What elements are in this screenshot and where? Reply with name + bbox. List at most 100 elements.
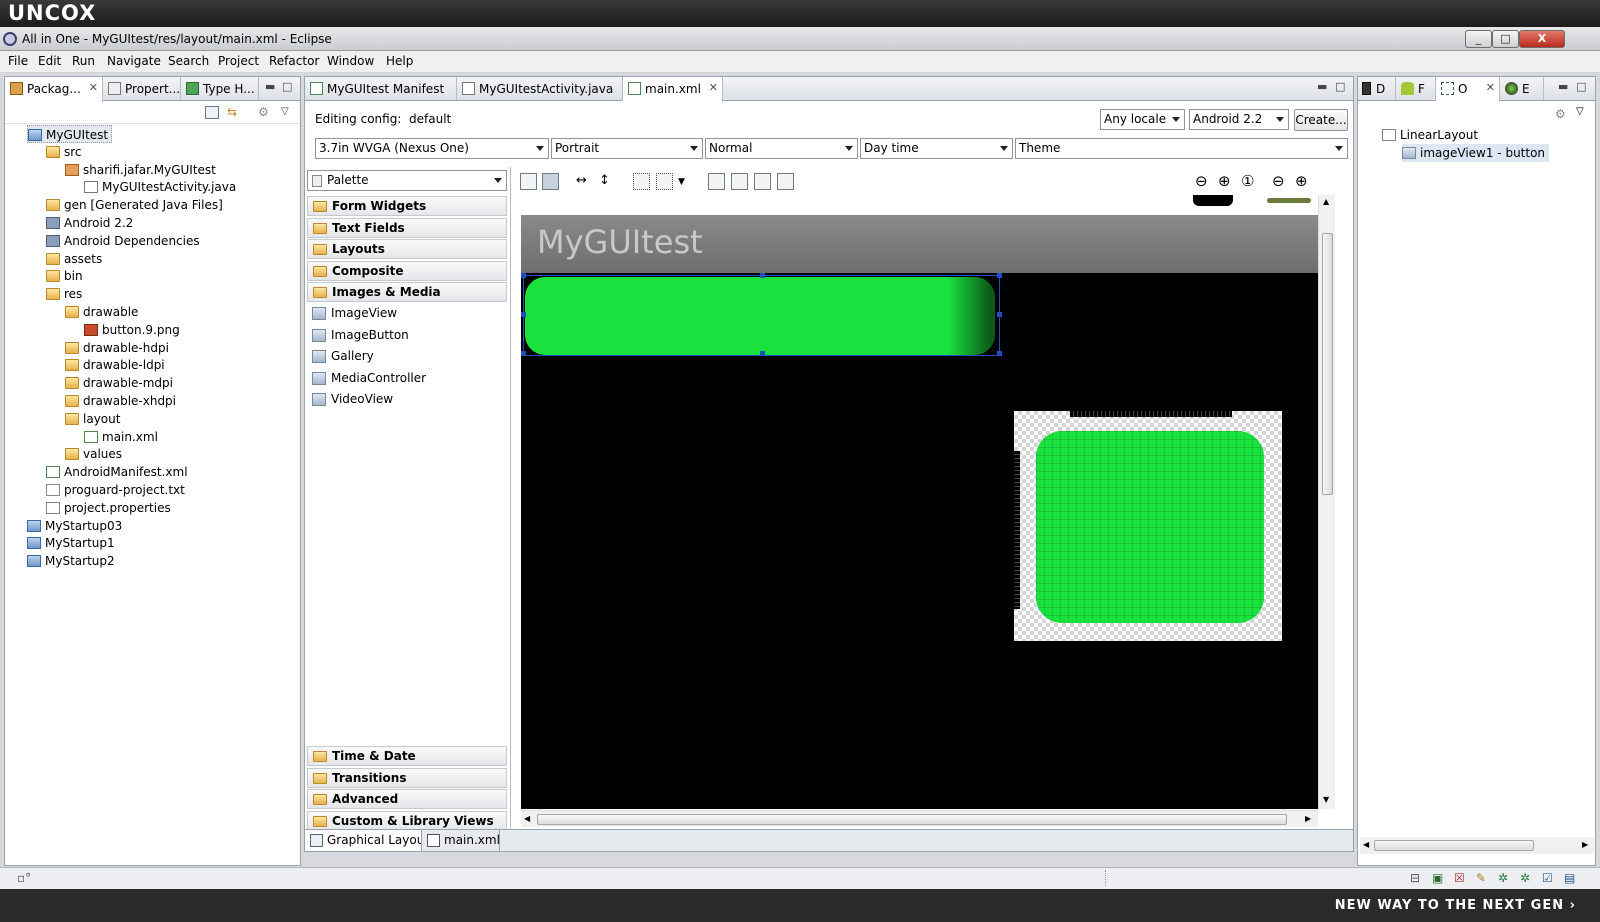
outline-hscrollbar[interactable]: ◀ ▶ bbox=[1360, 837, 1594, 854]
minimize-view-icon[interactable]: ▬ bbox=[1558, 80, 1568, 93]
palette-item[interactable]: ImageView bbox=[307, 303, 507, 323]
scroll-thumb[interactable] bbox=[1322, 233, 1333, 495]
tab-manifest[interactable]: MyGUItest Manifest bbox=[305, 77, 457, 101]
tree-item[interactable]: layout bbox=[65, 410, 120, 428]
resize-handle[interactable] bbox=[997, 351, 1002, 356]
scroll-up-icon[interactable]: ▲ bbox=[1323, 197, 1329, 206]
menu-edit[interactable]: Edit bbox=[38, 54, 61, 68]
tree-item[interactable]: button.9.png bbox=[84, 321, 180, 339]
resize-handle[interactable] bbox=[521, 351, 526, 356]
tab-file-explorer[interactable]: F bbox=[1396, 77, 1436, 101]
chevron-down-icon[interactable]: ▽ bbox=[281, 106, 291, 119]
scroll-thumb[interactable] bbox=[537, 814, 1287, 825]
gravity-icon[interactable] bbox=[656, 173, 673, 190]
palette-category[interactable]: Composite bbox=[307, 260, 507, 281]
link-editor-icon[interactable]: ⇆ bbox=[227, 106, 241, 119]
tree-item[interactable]: sharifi.jafar.MyGUItest bbox=[65, 161, 216, 179]
resize-handle[interactable] bbox=[521, 273, 526, 278]
palette-item[interactable]: VideoView bbox=[307, 389, 507, 409]
tree-item[interactable]: MyStartup1 bbox=[27, 534, 115, 552]
tree-item[interactable]: assets bbox=[46, 250, 102, 268]
vertical-scrollbar[interactable]: ▲ ▼ bbox=[1318, 195, 1335, 809]
tree-item[interactable]: drawable-hdpi bbox=[65, 339, 169, 357]
outline-linearlayout[interactable]: LinearLayout bbox=[1382, 126, 1478, 144]
device-select[interactable]: 3.7in WVGA (Nexus One) bbox=[315, 138, 549, 159]
theme-select[interactable]: Theme bbox=[1015, 138, 1348, 159]
resize-handle[interactable] bbox=[997, 312, 1002, 317]
network-icon[interactable]: ✲ bbox=[1498, 871, 1508, 885]
tree-item[interactable]: MyGUItestActivity.java bbox=[84, 178, 236, 196]
tree-item[interactable]: gen [Generated Java Files] bbox=[46, 196, 223, 214]
view-menu-icon[interactable]: ⚙ bbox=[258, 106, 272, 119]
minimize-view-icon[interactable]: ▬ bbox=[265, 80, 275, 93]
threads-icon[interactable]: ☒ bbox=[1454, 871, 1465, 885]
sysinfo-icon[interactable]: ✲ bbox=[1520, 871, 1530, 885]
orientation-select[interactable]: Portrait bbox=[551, 138, 703, 159]
palette-category[interactable]: Advanced bbox=[307, 789, 507, 809]
clear-weights-icon[interactable] bbox=[731, 173, 748, 190]
menu-window[interactable]: Window bbox=[327, 54, 374, 68]
maximize-view-icon[interactable]: □ bbox=[282, 80, 292, 93]
api-select[interactable]: Android 2.2 bbox=[1189, 109, 1289, 130]
palette-category[interactable]: Time & Date bbox=[307, 746, 507, 766]
distribute-weights-icon[interactable] bbox=[708, 173, 725, 190]
palette-category[interactable]: Text Fields bbox=[307, 217, 507, 238]
time-select[interactable]: Day time bbox=[860, 138, 1013, 159]
baseline-icon[interactable] bbox=[777, 173, 794, 190]
menu-file[interactable]: File bbox=[8, 54, 28, 68]
tab-package-explorer[interactable]: Packag... ✕ bbox=[5, 77, 103, 102]
tree-item[interactable]: bin bbox=[46, 267, 83, 285]
scroll-right-icon[interactable]: ▶ bbox=[1305, 814, 1311, 823]
fast-view-icon[interactable]: ▫° bbox=[17, 871, 31, 885]
zoom-100-icon[interactable]: ① bbox=[1241, 172, 1254, 190]
fill-width-icon[interactable]: ↔ bbox=[573, 173, 590, 190]
menu-refactor[interactable]: Refactor bbox=[269, 54, 319, 68]
tab-main-xml-source[interactable]: main.xml bbox=[422, 830, 500, 851]
tree-item[interactable]: drawable-ldpi bbox=[65, 356, 165, 374]
menu-project[interactable]: Project bbox=[218, 54, 259, 68]
tab-properties[interactable]: Propert... bbox=[103, 77, 181, 101]
chevron-down-icon[interactable]: ▽ bbox=[1576, 106, 1584, 117]
zoom-out-real-icon[interactable]: ⊖ bbox=[1195, 172, 1208, 190]
zoom-out-icon[interactable]: ⊖ bbox=[1272, 172, 1285, 190]
assign-weight-icon[interactable] bbox=[754, 173, 771, 190]
fill-height-icon[interactable]: ↕ bbox=[596, 173, 613, 190]
palette-item[interactable]: Gallery bbox=[307, 346, 507, 366]
zoom-in-icon[interactable]: ⊕ bbox=[1295, 172, 1308, 190]
scroll-thumb[interactable] bbox=[1374, 840, 1534, 851]
menu-search[interactable]: Search bbox=[168, 54, 209, 68]
maximize-view-icon[interactable]: □ bbox=[1576, 80, 1586, 93]
scroll-left-icon[interactable]: ◀ bbox=[1363, 840, 1369, 849]
menu-navigate[interactable]: Navigate bbox=[107, 54, 161, 68]
tree-item[interactable]: Android Dependencies bbox=[46, 232, 200, 250]
palette-category[interactable]: Images & Media bbox=[307, 282, 507, 302]
emulator-control-icon[interactable]: ▤ bbox=[1564, 871, 1575, 885]
tree-item[interactable]: project.properties bbox=[46, 499, 171, 517]
resize-handle[interactable] bbox=[760, 351, 765, 356]
minimize-view-icon[interactable]: ▬ bbox=[1317, 80, 1327, 93]
tree-item[interactable]: res bbox=[46, 285, 82, 303]
palette-item[interactable]: MediaController bbox=[307, 368, 507, 388]
tree-item[interactable]: src bbox=[46, 143, 82, 161]
allocation-icon[interactable]: ✎ bbox=[1476, 871, 1486, 885]
menu-run[interactable]: Run bbox=[72, 54, 95, 68]
resize-handle[interactable] bbox=[997, 273, 1002, 278]
tree-item[interactable]: Android 2.2 bbox=[46, 214, 133, 232]
tree-item[interactable]: drawable-xhdpi bbox=[65, 392, 176, 410]
tree-item[interactable]: MyStartup2 bbox=[27, 552, 115, 570]
scroll-right-icon[interactable]: ▶ bbox=[1582, 840, 1588, 849]
tab-outline[interactable]: O ✕ bbox=[1436, 77, 1500, 102]
tree-item[interactable]: MyStartup03 bbox=[27, 517, 122, 535]
horizontal-scrollbar[interactable]: ◀ ▶ bbox=[521, 810, 1318, 827]
close-button[interactable]: X bbox=[1519, 30, 1565, 48]
collapse-all-icon[interactable] bbox=[205, 106, 219, 119]
menu-help[interactable]: Help bbox=[386, 54, 413, 68]
maximize-button[interactable]: □ bbox=[1492, 30, 1519, 48]
mode-select[interactable]: Normal bbox=[705, 138, 858, 159]
scroll-left-icon[interactable]: ◀ bbox=[524, 814, 530, 823]
palette-select[interactable]: Palette bbox=[307, 170, 507, 191]
tree-item[interactable]: values bbox=[65, 445, 122, 463]
tree-item[interactable]: main.xml bbox=[84, 428, 158, 446]
palette-category[interactable]: Custom & Library Views bbox=[307, 810, 507, 831]
device-preview[interactable]: MyGUItest bbox=[521, 195, 1318, 809]
